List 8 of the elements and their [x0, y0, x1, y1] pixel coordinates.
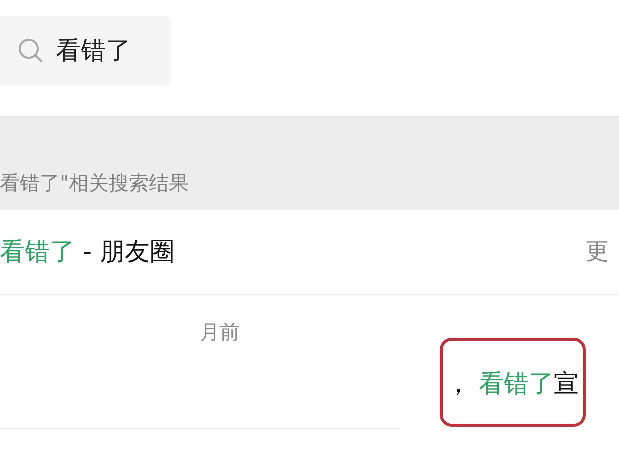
post-time: 月前	[200, 319, 240, 346]
section-header-text: 看错了"相关搜索结果	[0, 170, 190, 197]
search-icon	[18, 38, 44, 64]
search-field[interactable]: 看错了	[0, 16, 171, 86]
post-snippet: ， 看错了宣	[446, 368, 579, 400]
result-group-title: 看错了 - 朋友圈	[0, 236, 175, 268]
search-query: 看错了	[56, 35, 131, 68]
more-link[interactable]: 更	[586, 234, 619, 270]
